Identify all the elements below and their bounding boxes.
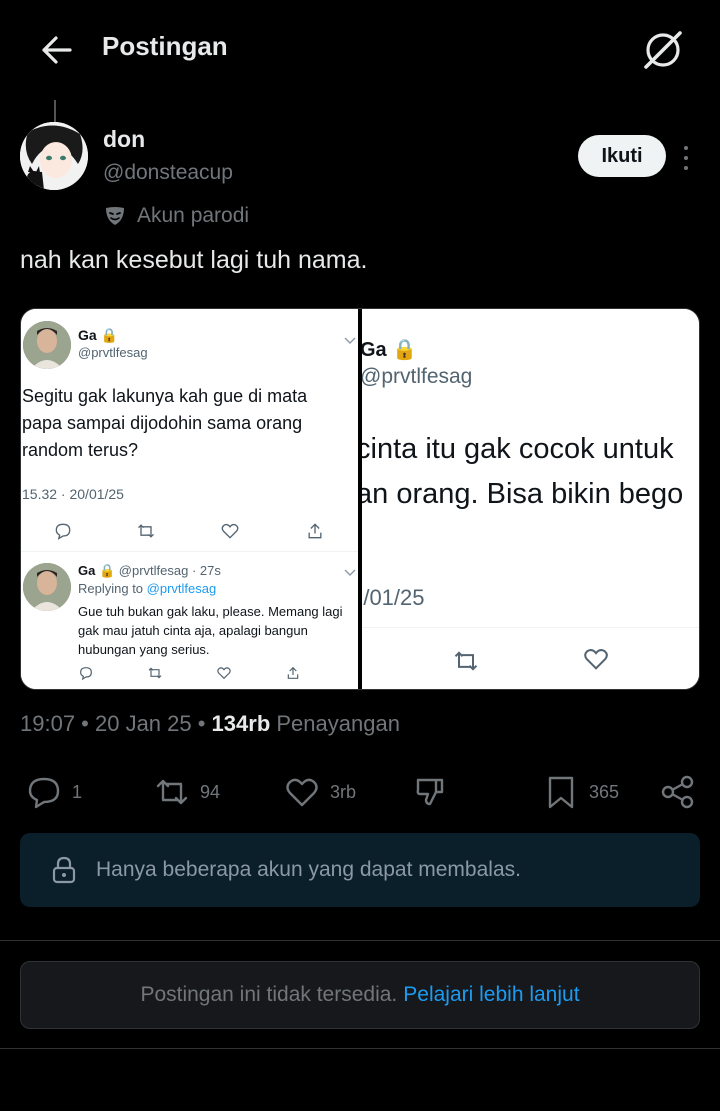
learn-more-link[interactable]: Pelajari lebih lanjut <box>403 983 579 1007</box>
reply-icon <box>55 523 71 540</box>
bookmark-button[interactable]: 365 <box>543 770 619 814</box>
lock-icon <box>52 856 76 884</box>
embedded-text: cinta itu gak cocok untuk an orang. Bisa… <box>362 433 684 510</box>
embedded-time: 15.32 · 20/01/25 <box>22 486 124 502</box>
reply-button[interactable]: 1 <box>26 770 82 814</box>
bookmark-count: 365 <box>589 781 620 802</box>
reply-restriction-banner: Hanya beberapa akun yang dapat membalas. <box>20 833 700 907</box>
unavailable-text: Postingan ini tidak tersedia. <box>140 983 398 1006</box>
embedded-handle: @prvtlfesag <box>78 345 148 360</box>
lock-emoji-icon: 🔒 <box>392 339 418 361</box>
embedded-time: )/01/25 <box>362 585 425 610</box>
like-button[interactable]: 3rb <box>284 770 356 814</box>
embedded-avatar <box>23 321 71 369</box>
parody-label: Akun parodi <box>103 204 249 228</box>
share-icon <box>308 523 322 539</box>
downvote-button[interactable] <box>412 770 448 814</box>
reply-icon <box>80 667 92 681</box>
grok-icon[interactable] <box>640 27 686 73</box>
views-count[interactable]: 134rb <box>212 711 271 736</box>
divider <box>0 1048 720 1049</box>
embedded-text: Segitu gak lakunya kah gue di mata papa … <box>22 386 308 460</box>
embedded-name: Ga 🔒 <box>362 339 418 361</box>
parody-mask-icon <box>106 207 124 225</box>
media-image-left[interactable]: Ga 🔒 @prvtlfesag Segitu gak lakunya kah … <box>21 309 358 689</box>
author-handle[interactable]: @donsteacup <box>103 161 233 185</box>
heart-icon <box>221 523 239 539</box>
embedded-reply-actions <box>21 665 358 683</box>
back-arrow-icon[interactable] <box>36 30 76 70</box>
top-bar: Postingan <box>0 0 720 100</box>
embedded-reply-avatar <box>23 563 71 611</box>
share-icon <box>287 666 299 679</box>
embedded-reply-header: Ga 🔒 @prvtlfesag · 27s <box>78 563 221 578</box>
retweet-icon <box>138 524 154 538</box>
bookmark-icon <box>548 776 574 809</box>
reply-restriction-text: Hanya beberapa akun yang dapat membalas. <box>96 858 521 881</box>
avatar-illustration-icon <box>20 122 88 190</box>
post-text: nah kan kesebut lagi tuh nama. <box>20 246 368 274</box>
follow-button[interactable]: Ikuti <box>578 135 666 177</box>
media-image-right[interactable]: Ga 🔒 @prvtlfesag cinta itu gak cocok unt… <box>362 309 699 689</box>
embedded-reply-text: Gue tuh bukan gak laku, please. Memang l… <box>78 604 343 657</box>
reply-icon <box>28 777 60 809</box>
heart-icon <box>286 778 318 807</box>
repost-count: 94 <box>200 781 221 802</box>
more-options-icon[interactable] <box>676 146 696 170</box>
chevron-down-icon <box>344 569 356 576</box>
page-title: Postingan <box>102 31 228 61</box>
reply-count: 1 <box>72 781 83 802</box>
author-name[interactable]: don <box>103 126 145 153</box>
divider <box>362 627 699 628</box>
thumbs-down-icon <box>416 778 444 806</box>
lock-emoji-icon: 🔒 <box>100 327 119 343</box>
like-count: 3rb <box>330 781 357 802</box>
repost-button[interactable]: 94 <box>154 770 220 814</box>
post-meta: 19:07 • 20 Jan 25 • 134rb Penayangan <box>20 711 400 736</box>
parody-text: Akun parodi <box>137 204 250 227</box>
post-media[interactable]: Ga 🔒 @prvtlfesag Segitu gak lakunya kah … <box>20 308 700 690</box>
share-icon <box>661 775 694 809</box>
embedded-name: Ga 🔒 <box>78 327 119 343</box>
heart-icon <box>584 649 608 670</box>
retweet-icon <box>454 651 478 671</box>
heart-icon <box>217 667 231 680</box>
post-actions: 1 94 3rb 365 <box>0 770 720 814</box>
retweet-icon <box>156 779 188 805</box>
avatar[interactable] <box>20 122 88 190</box>
embedded-actions <box>21 521 358 545</box>
lock-emoji-icon: 🔒 <box>98 563 116 578</box>
unavailable-post-notice: Postingan ini tidak tersedia. Pelajari l… <box>20 961 700 1029</box>
chevron-down-icon <box>344 337 356 344</box>
embedded-handle: @prvtlfesag <box>362 365 473 388</box>
retweet-icon <box>148 667 162 679</box>
embedded-replying-to: Replying to @prvtlfesag <box>78 581 217 596</box>
divider <box>0 940 720 941</box>
divider <box>21 551 358 552</box>
thread-line <box>54 100 56 122</box>
share-button[interactable] <box>660 770 696 814</box>
